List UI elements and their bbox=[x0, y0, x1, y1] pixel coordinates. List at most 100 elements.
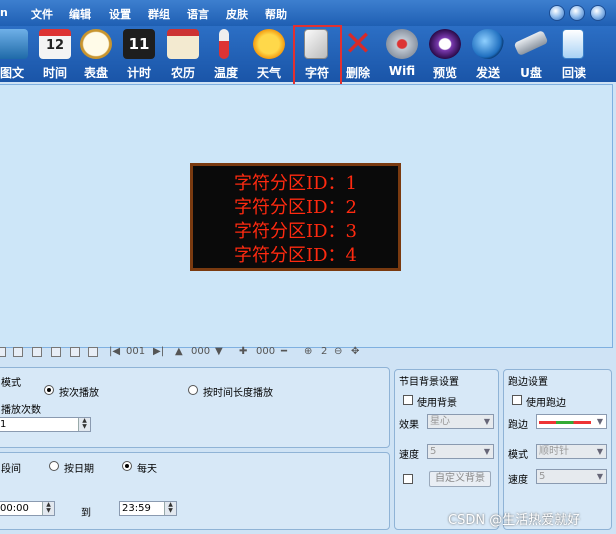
canvas-controls-bar: |◀ 001 ▶| ▲ 000 ▼ ✚ 000 ━ ⊕ 2 ⊖ ✥ bbox=[0, 344, 390, 362]
first-frame-icon[interactable]: |◀ bbox=[109, 346, 120, 357]
start-time-stepper[interactable]: ▲ ▼ bbox=[42, 502, 54, 515]
bg-panel-title: 节目背景设置 bbox=[399, 377, 459, 388]
move-down-icon[interactable]: ▼ bbox=[215, 346, 223, 357]
wifi-icon bbox=[386, 29, 418, 59]
align-top-icon[interactable] bbox=[51, 347, 61, 357]
menu-item-skin[interactable]: 皮肤 bbox=[226, 6, 248, 22]
daily-radio[interactable] bbox=[122, 461, 132, 471]
close-icon[interactable] bbox=[590, 5, 606, 21]
end-time-stepper[interactable]: ▲ ▼ bbox=[164, 502, 176, 515]
use-border-label: 使用跑边 bbox=[526, 398, 566, 409]
menu-item-cut[interactable]: n bbox=[0, 6, 8, 19]
use-border-checkbox[interactable] bbox=[512, 395, 522, 405]
send-globe-icon bbox=[472, 29, 504, 59]
play-count-stepper[interactable]: ▲ ▼ bbox=[78, 418, 90, 431]
by-duration-radio[interactable] bbox=[188, 385, 198, 395]
align-middle-icon[interactable] bbox=[70, 347, 80, 357]
restore-icon[interactable] bbox=[569, 5, 585, 21]
read-back-icon bbox=[562, 29, 584, 59]
image-text-icon bbox=[0, 29, 28, 59]
selected-tool-highlight bbox=[293, 25, 342, 89]
daily-label: 每天 bbox=[137, 464, 157, 475]
by-date-label: 按日期 bbox=[64, 464, 94, 475]
chevron-down-icon: ▼ bbox=[596, 417, 604, 426]
border-panel-title: 跑边设置 bbox=[508, 377, 548, 388]
preview-play-icon bbox=[429, 29, 461, 59]
start-time-input[interactable]: 00:00 ▲ ▼ bbox=[0, 501, 55, 516]
custom-background-button[interactable]: 自定义背景 bbox=[429, 471, 491, 487]
by-date-radio[interactable] bbox=[49, 461, 59, 471]
align-bottom-icon[interactable] bbox=[88, 347, 98, 357]
chevron-down-icon: ▼ bbox=[483, 447, 491, 456]
add-value: 000 bbox=[256, 346, 276, 357]
watermark: CSDN @生活热爱就好 bbox=[448, 513, 581, 528]
sun-icon bbox=[253, 29, 285, 59]
border-speed-label: 速度 bbox=[508, 475, 528, 486]
end-time-input[interactable]: 23:59 ▲ ▼ bbox=[119, 501, 177, 516]
menu-bar: n 文件 编辑 设置 群组 语言 皮肤 帮助 bbox=[0, 0, 616, 26]
led-line-4: 字符分区ID：4 bbox=[234, 245, 357, 266]
border-mode-select[interactable]: 顺时针 ▼ bbox=[536, 444, 607, 459]
border-mode-label: 模式 bbox=[508, 450, 528, 461]
last-frame-icon[interactable]: ▶| bbox=[153, 346, 164, 357]
zoom-in-icon[interactable]: ⊕ bbox=[304, 346, 312, 357]
bg-speed-label: 速度 bbox=[399, 450, 419, 461]
chevron-down-icon: ▼ bbox=[596, 447, 604, 456]
count-label: 播放次数 bbox=[1, 405, 41, 416]
toolbar-readback-button[interactable]: 回读 bbox=[552, 26, 596, 82]
led-line-2: 字符分区ID：2 bbox=[234, 197, 357, 218]
use-background-label: 使用背景 bbox=[417, 398, 457, 409]
bg-speed-select[interactable]: 5 ▼ bbox=[427, 444, 494, 459]
play-mode-panel: 模式 按次播放 按时间长度播放 播放次数 1 ▲ ▼ bbox=[0, 367, 390, 448]
custom-bg-checkbox[interactable] bbox=[403, 474, 413, 484]
border-panel: 跑边设置 使用跑边 跑边 ▼ 模式 顺时针 ▼ 速度 5 ▼ bbox=[503, 369, 612, 530]
by-count-radio[interactable] bbox=[44, 385, 54, 395]
by-duration-label: 按时间长度播放 bbox=[203, 388, 273, 399]
toolbar-weather-button[interactable]: 天气 bbox=[247, 26, 291, 82]
usb-drive-icon bbox=[513, 29, 549, 57]
border-style-select[interactable]: ▼ bbox=[536, 414, 607, 429]
fit-view-icon[interactable]: ✥ bbox=[351, 346, 359, 357]
program-background-panel: 节目背景设置 使用背景 效果 星心 ▼ 速度 5 ▼ 自定义背景 bbox=[394, 369, 499, 530]
menu-item-edit[interactable]: 编辑 bbox=[69, 6, 91, 22]
border-label: 跑边 bbox=[508, 420, 528, 431]
led-preview-area[interactable]: 字符分区ID：1 字符分区ID：2 字符分区ID：3 字符分区ID：4 bbox=[190, 163, 401, 271]
chevron-down-icon: ▼ bbox=[596, 472, 604, 481]
schedule-panel: 段间 按日期 每天 00:00 ▲ ▼ 到 23:59 ▲ ▼ bbox=[0, 452, 390, 530]
to-label: 到 bbox=[81, 508, 91, 519]
timer-icon: 11 bbox=[123, 29, 155, 59]
remove-icon[interactable]: ━ bbox=[281, 346, 287, 357]
menu-item-settings[interactable]: 设置 bbox=[109, 6, 131, 22]
calendar-icon: 12 bbox=[39, 29, 71, 59]
play-count-input[interactable]: 1 ▲ ▼ bbox=[0, 417, 91, 432]
move-up-value: 000 bbox=[191, 346, 211, 357]
border-speed-select[interactable]: 5 ▼ bbox=[536, 469, 607, 484]
lunar-calendar-icon bbox=[167, 29, 199, 59]
mode-title: 模式 bbox=[1, 378, 21, 389]
use-background-checkbox[interactable] bbox=[403, 395, 413, 405]
clock-dial-icon bbox=[80, 29, 112, 59]
align-left-icon[interactable] bbox=[0, 347, 6, 357]
led-line-1: 字符分区ID：1 bbox=[234, 173, 357, 194]
minimize-icon[interactable] bbox=[549, 5, 565, 21]
chevron-down-icon: ▼ bbox=[483, 417, 491, 426]
delete-icon: ✕ bbox=[343, 24, 373, 64]
add-icon[interactable]: ✚ bbox=[239, 346, 247, 357]
effect-label: 效果 bbox=[399, 420, 419, 431]
align-right-icon[interactable] bbox=[32, 347, 42, 357]
menu-item-file[interactable]: 文件 bbox=[31, 6, 53, 22]
menu-item-help[interactable]: 帮助 bbox=[265, 6, 287, 22]
align-center-icon[interactable] bbox=[13, 347, 23, 357]
zoom-level: 2 bbox=[321, 346, 328, 357]
border-style-preview bbox=[539, 421, 591, 424]
effect-select[interactable]: 星心 ▼ bbox=[427, 414, 494, 429]
thermometer-icon bbox=[219, 29, 229, 59]
by-count-label: 按次播放 bbox=[59, 388, 99, 399]
menu-item-language[interactable]: 语言 bbox=[187, 6, 209, 22]
frame-counter: 001 bbox=[126, 346, 146, 357]
led-line-3: 字符分区ID：3 bbox=[234, 221, 357, 242]
zoom-out-icon[interactable]: ⊖ bbox=[334, 346, 342, 357]
move-up-icon[interactable]: ▲ bbox=[175, 346, 183, 357]
period-label: 段间 bbox=[1, 464, 21, 475]
menu-item-group[interactable]: 群组 bbox=[148, 6, 170, 22]
